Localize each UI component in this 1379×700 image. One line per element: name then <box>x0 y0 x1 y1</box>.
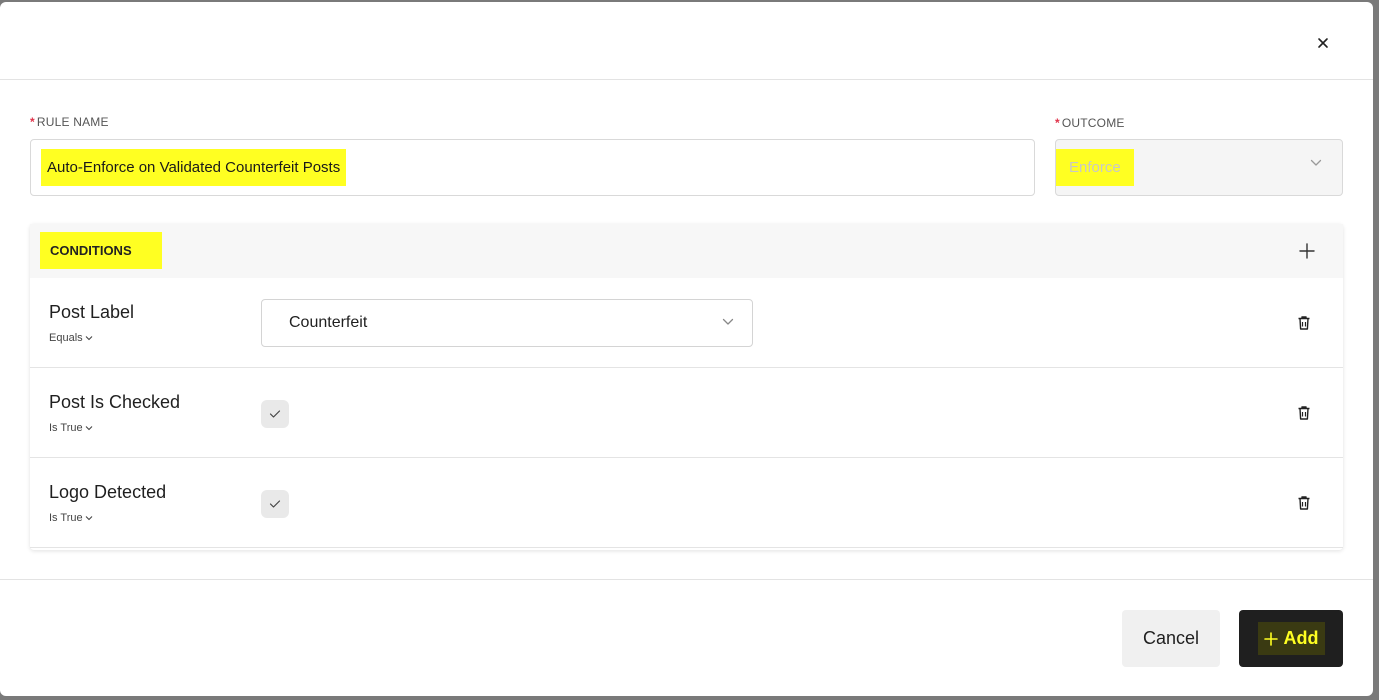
conditions-title: CONDITIONS <box>40 232 162 269</box>
conditions-header: CONDITIONS <box>30 224 1343 278</box>
operator-dropdown[interactable]: Is True <box>49 422 93 434</box>
trash-icon[interactable] <box>1295 404 1313 422</box>
condition-row: Post Label Equals Counterfeit <box>30 278 1343 368</box>
required-mark: * <box>30 115 35 129</box>
chevron-down-icon <box>1310 159 1322 166</box>
chevron-down-icon <box>85 516 93 521</box>
chevron-down-icon <box>85 336 93 341</box>
trash-icon[interactable] <box>1295 314 1313 332</box>
condition-name: Post Is Checked <box>49 392 181 412</box>
rule-name-label: * RULE NAME <box>30 115 109 129</box>
condition-name: Post Label <box>49 302 135 322</box>
plus-icon <box>1263 631 1278 646</box>
outcome-select[interactable]: Enforce <box>1055 139 1343 196</box>
operator-label: Equals <box>49 332 83 344</box>
dialog-header <box>0 2 1373 80</box>
chevron-down-icon <box>722 318 734 325</box>
condition-row: Logo Detected Is True <box>30 458 1343 548</box>
trash-icon[interactable] <box>1295 494 1313 512</box>
rule-name-input[interactable]: Auto-Enforce on Validated Counterfeit Po… <box>30 139 1035 196</box>
required-mark: * <box>1055 116 1060 130</box>
add-condition-button[interactable] <box>1295 239 1319 263</box>
condition-value: Counterfeit <box>289 314 368 331</box>
check-icon <box>269 500 281 508</box>
condition-value-select[interactable]: Counterfeit <box>261 299 753 347</box>
condition-name: Logo Detected <box>49 482 167 502</box>
cancel-button[interactable]: Cancel <box>1122 610 1220 667</box>
rule-name-value: Auto-Enforce on Validated Counterfeit Po… <box>41 149 347 186</box>
add-button-content: Add <box>1257 622 1325 655</box>
add-rule-dialog: * RULE NAME Auto-Enforce on Validated Co… <box>0 2 1373 696</box>
close-icon <box>1318 38 1328 48</box>
outcome-value: Enforce <box>1056 149 1134 186</box>
operator-dropdown[interactable]: Is True <box>49 512 93 524</box>
add-button[interactable]: Add <box>1239 610 1343 667</box>
plus-icon <box>1299 243 1315 259</box>
operator-label: Is True <box>49 512 83 524</box>
condition-checkbox[interactable] <box>261 400 289 428</box>
chevron-down-icon <box>85 426 93 431</box>
operator-label: Is True <box>49 422 83 434</box>
close-button[interactable] <box>1311 31 1335 55</box>
operator-dropdown[interactable]: Equals <box>49 332 93 344</box>
condition-row: Post Is Checked Is True <box>30 368 1343 458</box>
rule-name-label-text: RULE NAME <box>36 115 109 129</box>
conditions-panel: CONDITIONS Post Label Equals Counterfeit <box>30 224 1343 550</box>
dialog-footer: Cancel Add <box>0 579 1373 696</box>
outcome-label: * OUTCOME <box>1055 116 1125 130</box>
check-icon <box>269 410 281 418</box>
condition-checkbox[interactable] <box>261 490 289 518</box>
outcome-label-text: OUTCOME <box>1061 116 1125 130</box>
add-button-label: Add <box>1283 628 1319 648</box>
